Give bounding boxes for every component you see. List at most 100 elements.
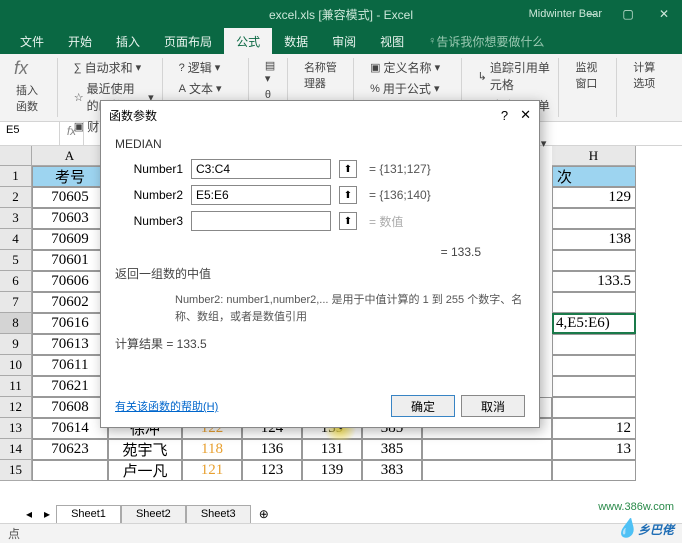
cell[interactable]: 70606 <box>32 271 108 292</box>
row-header[interactable]: 13 <box>0 418 32 439</box>
sheet-tab[interactable]: Sheet1 <box>56 505 121 523</box>
tab-home[interactable]: 开始 <box>56 28 104 54</box>
cell[interactable]: 136 <box>242 439 302 460</box>
sheet-tab[interactable]: Sheet3 <box>186 505 251 523</box>
tab-view[interactable]: 视图 <box>368 28 416 54</box>
tab-data[interactable]: 数据 <box>272 28 320 54</box>
cell[interactable]: 385 <box>362 439 422 460</box>
cell[interactable]: 次 <box>552 166 636 187</box>
cell[interactable]: 383 <box>362 460 422 481</box>
row-header[interactable]: 11 <box>0 376 32 397</box>
tab-layout[interactable]: 页面布局 <box>152 28 224 54</box>
arg-input-2[interactable] <box>191 185 331 205</box>
tab-file[interactable]: 文件 <box>8 28 56 54</box>
cell[interactable]: 121 <box>182 460 242 481</box>
cell[interactable] <box>32 460 108 481</box>
row-header[interactable]: 15 <box>0 460 32 481</box>
define-name-button[interactable]: ▣ 定义名称 ▾ <box>368 58 455 77</box>
cell[interactable]: 70601 <box>32 250 108 271</box>
add-sheet-button[interactable]: ⊕ <box>251 505 277 523</box>
tab-formula[interactable]: 公式 <box>224 28 272 54</box>
cell[interactable]: 129 <box>552 187 636 208</box>
cell[interactable] <box>552 355 636 376</box>
cell[interactable]: 卢一凡 <box>108 460 182 481</box>
use-in-formula-button[interactable]: % 用于公式 ▾ <box>368 79 455 98</box>
tab-nav-prev[interactable]: ◂ <box>20 505 38 523</box>
cell[interactable]: 131 <box>302 439 362 460</box>
row-header[interactable]: 7 <box>0 292 32 313</box>
cell[interactable]: 苑宇飞 <box>108 439 182 460</box>
row-header[interactable]: 9 <box>0 334 32 355</box>
tab-nav-next[interactable]: ▸ <box>38 505 56 523</box>
cell[interactable]: 138 <box>552 229 636 250</box>
help-icon[interactable]: ? <box>501 108 508 123</box>
cell[interactable]: 118 <box>182 439 242 460</box>
close-icon[interactable]: ✕ <box>520 107 531 123</box>
fx-icon[interactable]: fx <box>60 122 84 145</box>
row-header[interactable]: 14 <box>0 439 32 460</box>
row-header[interactable]: 6 <box>0 271 32 292</box>
cell[interactable]: 70623 <box>32 439 108 460</box>
text-button[interactable]: A 文本 ▾ <box>177 79 242 98</box>
range-picker-icon[interactable]: ⬆ <box>339 212 357 230</box>
tab-insert[interactable]: 插入 <box>104 28 152 54</box>
cell[interactable]: 70616 <box>32 313 108 334</box>
cell[interactable]: 70609 <box>32 229 108 250</box>
cell[interactable]: 123 <box>242 460 302 481</box>
cell-active[interactable]: 4,E5:E6) <box>552 313 636 334</box>
cancel-button[interactable]: 取消 <box>461 395 525 417</box>
cell[interactable]: 70621 <box>32 376 108 397</box>
watch-window-button[interactable]: 监视窗口 <box>573 58 610 92</box>
cell[interactable] <box>552 208 636 229</box>
cell[interactable] <box>552 250 636 271</box>
cell[interactable]: 考号 <box>32 166 108 187</box>
cell[interactable]: 70614 <box>32 418 108 439</box>
autosum-button[interactable]: ∑ 自动求和 ▾ <box>72 58 156 77</box>
dialog-titlebar[interactable]: 函数参数 ? ✕ <box>101 101 539 129</box>
cell[interactable]: 70605 <box>32 187 108 208</box>
cell[interactable]: 70608 <box>32 397 108 418</box>
select-all-cell[interactable] <box>0 146 32 166</box>
sheet-tab[interactable]: Sheet2 <box>121 505 186 523</box>
close-button[interactable]: ✕ <box>646 0 682 28</box>
arg-input-1[interactable] <box>191 159 331 179</box>
name-box[interactable]: E5 <box>0 122 60 145</box>
range-picker-icon[interactable]: ⬆ <box>339 160 357 178</box>
cell[interactable] <box>422 460 552 481</box>
function-help-link[interactable]: 有关该函数的帮助(H) <box>115 398 218 414</box>
cell[interactable]: 70603 <box>32 208 108 229</box>
cell[interactable]: 70613 <box>32 334 108 355</box>
cell[interactable]: 139 <box>302 460 362 481</box>
cell[interactable] <box>552 292 636 313</box>
cell[interactable] <box>422 439 552 460</box>
row-header[interactable]: 1 <box>0 166 32 187</box>
name-manager-button[interactable]: 名称管理器 <box>302 58 347 92</box>
row-header[interactable]: 5 <box>0 250 32 271</box>
trace-precedents-button[interactable]: ↳ 追踪引用单元格 <box>476 58 553 94</box>
cell[interactable] <box>552 397 636 418</box>
maximize-button[interactable]: ▢ <box>610 0 646 28</box>
minimize-button[interactable]: ─ <box>574 0 610 28</box>
tab-review[interactable]: 审阅 <box>320 28 368 54</box>
tell-me[interactable]: ♀ 告诉我你想要做什么 <box>416 28 556 54</box>
range-picker-icon[interactable]: ⬆ <box>339 186 357 204</box>
row-header[interactable]: 2 <box>0 187 32 208</box>
row-header[interactable]: 10 <box>0 355 32 376</box>
row-header[interactable]: 4 <box>0 229 32 250</box>
cell[interactable]: 70611 <box>32 355 108 376</box>
col-header-a[interactable]: A <box>32 146 108 166</box>
cell[interactable] <box>552 460 636 481</box>
row-header[interactable]: 3 <box>0 208 32 229</box>
cell[interactable] <box>552 334 636 355</box>
cell[interactable]: 133.5 <box>552 271 636 292</box>
calc-options-button[interactable]: 计算选项 <box>631 58 668 92</box>
arg-input-3[interactable] <box>191 211 331 231</box>
cell[interactable]: 12 <box>552 418 636 439</box>
insert-function-button[interactable]: 插入函数 <box>14 81 51 115</box>
row-header[interactable]: 8 <box>0 313 32 334</box>
logical-button[interactable]: ? 逻辑 ▾ <box>177 58 242 77</box>
row-header[interactable]: 12 <box>0 397 32 418</box>
cell[interactable]: 70602 <box>32 292 108 313</box>
cell[interactable]: 13 <box>552 439 636 460</box>
col-header-h[interactable]: H <box>552 146 636 166</box>
